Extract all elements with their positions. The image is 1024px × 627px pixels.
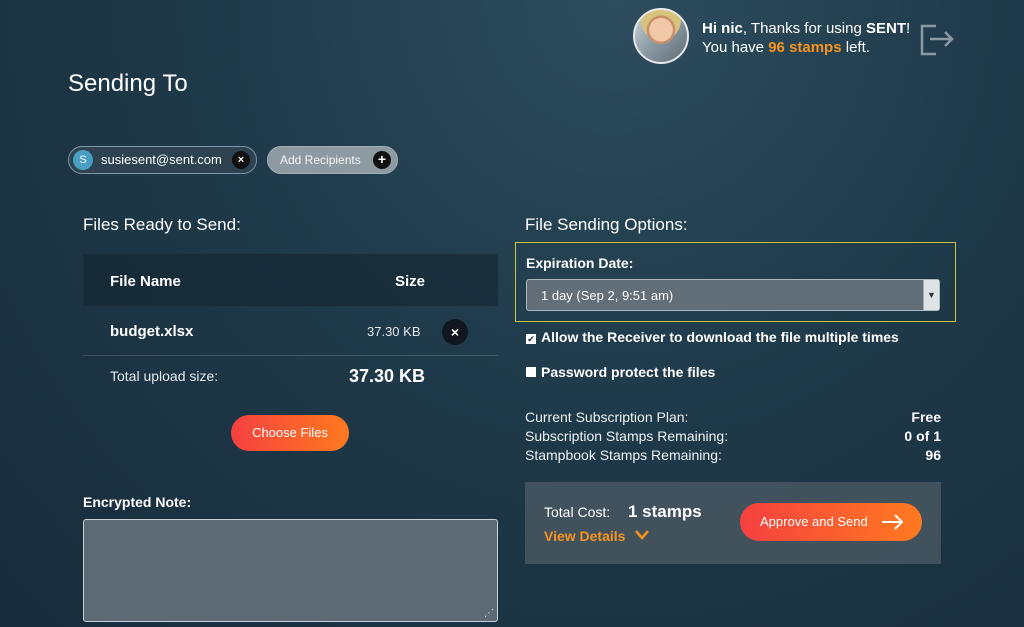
greeting-prefix: Hi bbox=[702, 20, 722, 37]
plus-icon: + bbox=[373, 151, 391, 169]
stampbook-stamps-value: 96 bbox=[925, 447, 941, 463]
user-avatar bbox=[633, 8, 689, 64]
recipient-email: susiesent@sent.com bbox=[101, 152, 222, 167]
password-protect-checkbox[interactable] bbox=[526, 367, 536, 377]
encrypted-note-input[interactable]: ⋰ bbox=[83, 519, 498, 622]
subscription-stamps-label: Subscription Stamps Remaining: bbox=[525, 428, 729, 444]
recipient-chip[interactable]: S susiesent@sent.com × bbox=[68, 146, 257, 174]
view-details-link[interactable]: View Details bbox=[544, 528, 650, 544]
files-section-title: Files Ready to Send: bbox=[83, 215, 241, 234]
add-recipients-button[interactable]: Add Recipients + bbox=[267, 146, 398, 174]
password-protect-label: Password protect the files bbox=[541, 364, 716, 380]
subscription-stamps-value: 0 of 1 bbox=[904, 428, 941, 444]
total-upload-value: 37.30 KB bbox=[349, 366, 426, 386]
expiration-date-value: 1 day (Sep 2, 9:51 am) bbox=[541, 288, 674, 303]
total-cost-panel: Total Cost: 1 stamps View Details Approv… bbox=[525, 482, 941, 564]
add-recipients-label: Add Recipients bbox=[280, 153, 361, 167]
total-cost-value: 1 stamps bbox=[628, 502, 702, 521]
stampbook-stamps-label: Stampbook Stamps Remaining: bbox=[525, 447, 722, 463]
allow-multiple-download-option[interactable]: ✔ Allow the Receiver to download the file… bbox=[526, 329, 899, 345]
greeting-end: ! bbox=[906, 20, 911, 37]
encrypted-note-label: Encrypted Note: bbox=[83, 494, 192, 510]
greeting-mid: , Thanks for using bbox=[742, 20, 866, 37]
expiration-date-label: Expiration Date: bbox=[526, 255, 634, 271]
stamps-prefix: You have bbox=[702, 39, 769, 56]
stamps-count: 96 stamps bbox=[768, 39, 842, 56]
allow-multiple-checkbox[interactable]: ✔ bbox=[526, 334, 536, 344]
greeting-text: Hi nic, Thanks for using SENT! You have … bbox=[702, 19, 910, 57]
column-size: Size bbox=[395, 273, 426, 290]
choose-files-button[interactable]: Choose Files bbox=[231, 415, 349, 451]
table-row: budget.xlsx 37.30 KB × bbox=[83, 306, 498, 356]
password-protect-option[interactable]: Password protect the files bbox=[526, 364, 715, 380]
expiration-date-group: Expiration Date: 1 day (Sep 2, 9:51 am) … bbox=[515, 242, 956, 322]
logout-icon[interactable] bbox=[918, 20, 958, 58]
chevron-down-icon bbox=[635, 530, 650, 540]
options-section-title: File Sending Options: bbox=[525, 215, 688, 234]
files-table: File Name Size budget.xlsx 37.30 KB × To… bbox=[83, 254, 498, 402]
files-table-header: File Name Size bbox=[83, 254, 498, 306]
view-details-label: View Details bbox=[544, 528, 626, 544]
total-upload-label: Total upload size: bbox=[110, 368, 219, 384]
resize-grip-icon[interactable]: ⋰ bbox=[484, 608, 494, 619]
recipient-avatar: S bbox=[73, 150, 93, 170]
brand-name: SENT bbox=[865, 20, 906, 37]
expiration-date-select[interactable]: 1 day (Sep 2, 9:51 am) ▼ bbox=[526, 279, 940, 311]
total-cost-label: Total Cost: bbox=[544, 504, 611, 520]
user-name: nic bbox=[721, 20, 743, 37]
chevron-down-icon[interactable]: ▼ bbox=[923, 280, 939, 310]
remove-recipient-icon[interactable]: × bbox=[232, 151, 250, 169]
column-file-name: File Name bbox=[110, 273, 181, 290]
approve-and-send-button[interactable]: Approve and Send bbox=[740, 503, 922, 541]
approve-and-send-label: Approve and Send bbox=[760, 514, 868, 529]
remove-file-button[interactable]: × bbox=[442, 319, 468, 345]
page-title: Sending To bbox=[68, 70, 188, 97]
plan-value: Free bbox=[911, 409, 941, 425]
stamps-line: You have 96 stamps left. bbox=[702, 38, 910, 57]
stamps-suffix: left. bbox=[841, 39, 870, 56]
allow-multiple-label: Allow the Receiver to download the file … bbox=[541, 329, 899, 345]
file-name: budget.xlsx bbox=[110, 323, 194, 340]
file-size: 37.30 KB bbox=[367, 324, 421, 339]
greeting-line: Hi nic, Thanks for using SENT! bbox=[702, 19, 910, 38]
plan-label: Current Subscription Plan: bbox=[525, 409, 689, 425]
arrow-right-icon bbox=[882, 514, 904, 530]
